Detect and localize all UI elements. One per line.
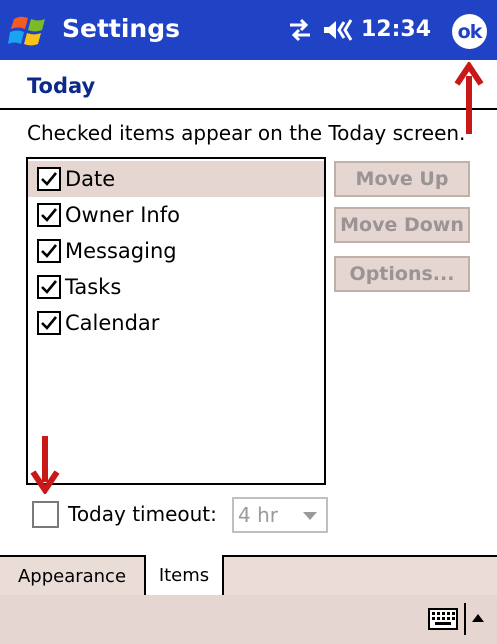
ok-button-label: ok (457, 20, 483, 43)
today-timeout-label: Today timeout: (68, 502, 217, 526)
volume-icon[interactable] (322, 16, 356, 44)
list-item-messaging[interactable]: Messaging (28, 233, 324, 269)
instructions-text: Checked items appear on the Today screen… (27, 121, 466, 145)
connectivity-icon[interactable] (286, 16, 314, 44)
checkbox-tasks[interactable] (37, 275, 61, 299)
annotation-arrow-up-icon (454, 62, 484, 134)
ok-button[interactable]: ok (452, 14, 487, 49)
checkmark-icon (41, 280, 58, 294)
checkmark-icon (41, 208, 58, 222)
sip-divider (464, 603, 466, 635)
move-up-button[interactable]: Move Up (334, 161, 470, 197)
page-title: Today (27, 74, 96, 98)
list-item-label: Tasks (65, 275, 122, 299)
timeout-dropdown[interactable]: 4 hr (232, 497, 328, 533)
checkmark-icon (41, 316, 58, 330)
chevron-down-icon (303, 512, 317, 520)
title-bar: Settings 12:34 ok (0, 0, 497, 60)
keyboard-icon[interactable] (428, 608, 458, 630)
app-title: Settings (62, 14, 181, 43)
list-item-label: Owner Info (65, 203, 180, 227)
sip-arrow-icon[interactable] (472, 614, 484, 622)
options-button[interactable]: Options... (334, 256, 470, 292)
menu-bar (0, 595, 497, 644)
windows-start-icon[interactable] (8, 13, 52, 47)
checkmark-icon (41, 244, 58, 258)
annotation-arrow-down-icon (30, 436, 60, 494)
checkbox-messaging[interactable] (37, 239, 61, 263)
tab-items[interactable]: Items (146, 555, 224, 595)
checkbox-date[interactable] (37, 167, 61, 191)
list-item-date[interactable]: Date (28, 161, 324, 197)
move-down-button[interactable]: Move Down (334, 207, 470, 243)
list-item-owner-info[interactable]: Owner Info (28, 197, 324, 233)
list-item-tasks[interactable]: Tasks (28, 269, 324, 305)
list-item-calendar[interactable]: Calendar (28, 305, 324, 341)
clock[interactable]: 12:34 (361, 17, 431, 42)
tab-appearance[interactable]: Appearance (0, 555, 146, 595)
list-item-label: Date (65, 167, 116, 191)
timeout-value: 4 hr (238, 503, 278, 527)
checkmark-icon (41, 172, 58, 186)
checkbox-owner-info[interactable] (37, 203, 61, 227)
today-timeout-checkbox[interactable] (32, 501, 59, 528)
today-items-list[interactable]: Date Owner Info Messaging Tasks Calendar (26, 157, 326, 485)
tab-bar: Appearance Items (0, 555, 497, 595)
list-item-label: Calendar (65, 311, 160, 335)
checkbox-calendar[interactable] (37, 311, 61, 335)
heading-divider (0, 108, 497, 110)
list-item-label: Messaging (65, 239, 177, 263)
